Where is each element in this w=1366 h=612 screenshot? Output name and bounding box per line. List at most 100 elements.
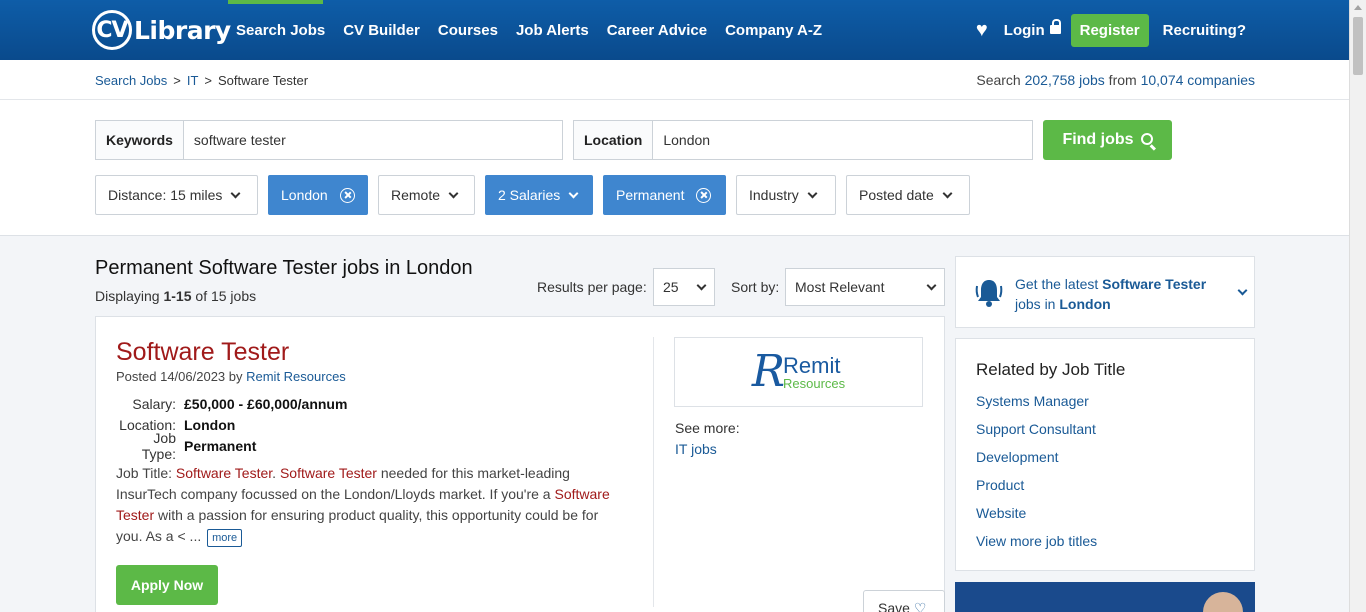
total-jobs-link[interactable]: 202,758 jobs xyxy=(1025,72,1105,88)
job-posted-info: Posted 14/06/2023 by Remit Resources xyxy=(116,369,346,384)
desc-text: . xyxy=(272,465,280,481)
results-count: Displaying 1-15 of 15 jobs xyxy=(95,288,256,304)
location-filter-chip[interactable]: London xyxy=(268,175,368,215)
related-link-product[interactable]: Product xyxy=(976,474,1097,502)
related-link-support-consultant[interactable]: Support Consultant xyxy=(976,418,1097,446)
logo-wordmark: Library xyxy=(134,15,231,45)
remit-resources-logo: R Remit Resources xyxy=(752,350,845,394)
job-type-value: Permanent xyxy=(184,437,257,454)
breadcrumb-current: Software Tester xyxy=(218,73,309,88)
sort-by-value: Most Relevant xyxy=(795,279,885,295)
related-link-development[interactable]: Development xyxy=(976,446,1097,474)
save-label: Save xyxy=(878,600,910,612)
bell-icon xyxy=(975,280,1003,307)
chevron-down-icon xyxy=(942,188,953,198)
salary-filter-label: 2 Salaries xyxy=(498,187,561,203)
results-heading: Permanent Software Tester jobs in London xyxy=(95,257,473,279)
apply-now-button[interactable]: Apply Now xyxy=(116,565,218,605)
salary-filter[interactable]: 2 Salaries xyxy=(485,175,593,215)
sort-by-select[interactable]: Most Relevant xyxy=(785,268,945,306)
register-button[interactable]: Register xyxy=(1070,13,1149,47)
nav-search-jobs[interactable]: Search Jobs xyxy=(236,22,325,39)
scrollbar-thumb[interactable] xyxy=(1353,17,1363,75)
nav-job-alerts[interactable]: Job Alerts xyxy=(516,22,589,39)
it-jobs-link[interactable]: IT jobs xyxy=(675,441,717,457)
company-logo[interactable]: R Remit Resources xyxy=(674,337,923,407)
salary-value: £50,000 - £60,000/annum xyxy=(184,395,348,412)
location-field[interactable]: Location London xyxy=(573,120,1033,160)
results-per-page-select[interactable]: 25 xyxy=(653,268,715,306)
results-per-page-value: 25 xyxy=(663,279,679,295)
posted-date-filter-label: Posted date xyxy=(859,187,934,203)
save-job-button[interactable]: Save ♡ xyxy=(863,590,945,612)
cv-library-logo[interactable]: CV Library xyxy=(92,10,231,50)
related-link-systems-manager[interactable]: Systems Manager xyxy=(976,390,1097,418)
chevron-down-icon xyxy=(568,188,579,198)
job-type-filter-chip[interactable]: Permanent xyxy=(603,175,726,215)
chevron-down-icon xyxy=(696,280,707,290)
breadcrumb-search-jobs[interactable]: Search Jobs xyxy=(95,73,167,88)
job-card: Software Tester Posted 14/06/2023 by Rem… xyxy=(95,316,945,612)
alert-location: London xyxy=(1059,296,1111,312)
breadcrumb-separator: > xyxy=(173,73,181,88)
search-panel: Keywords software tester Location London… xyxy=(0,100,1349,236)
remote-filter[interactable]: Remote xyxy=(378,175,475,215)
sort-by-label: Sort by: xyxy=(731,279,780,295)
job-title-link[interactable]: Software Tester xyxy=(116,338,289,367)
find-jobs-button[interactable]: Find jobs xyxy=(1043,120,1172,160)
company-link[interactable]: Remit Resources xyxy=(246,369,346,384)
top-navigation-bar: CV Library Search Jobs CV Builder Course… xyxy=(0,0,1366,60)
desc-text: Job Title: xyxy=(116,465,176,481)
salary-label: Salary: xyxy=(132,395,176,412)
lock-icon xyxy=(1049,18,1061,34)
related-job-titles-box: Related by Job Title Systems Manager Sup… xyxy=(955,338,1255,571)
industry-filter-label: Industry xyxy=(749,187,799,203)
heart-outline-icon: ♡ xyxy=(913,600,927,612)
recruiting-link[interactable]: Recruiting? xyxy=(1163,22,1246,39)
view-more-job-titles-link[interactable]: View more job titles xyxy=(976,530,1097,558)
keywords-label: Keywords xyxy=(96,121,184,159)
location-label: Location xyxy=(574,121,654,159)
results-per-page-label: Results per page: xyxy=(537,279,647,295)
total-companies-link[interactable]: 10,074 companies xyxy=(1141,72,1255,88)
job-alert-box[interactable]: Get the latest Software Tester jobs in L… xyxy=(955,256,1255,328)
keywords-input[interactable]: software tester xyxy=(184,132,296,148)
nav-company-a-z[interactable]: Company A-Z xyxy=(725,22,822,39)
remove-circle-icon[interactable] xyxy=(339,187,355,203)
breadcrumb-bar: Search Jobs > IT > Software Tester Search 20… xyxy=(0,60,1349,100)
location-input[interactable]: London xyxy=(653,132,720,148)
more-button[interactable]: more xyxy=(207,529,243,547)
site-job-count: Search 202,758 jobs from 10,074 companie… xyxy=(976,72,1255,88)
job-type-chip-label: Permanent xyxy=(616,187,685,203)
chevron-down-icon xyxy=(1237,285,1248,296)
breadcrumb-it[interactable]: IT xyxy=(187,73,199,88)
desc-highlight: Software Tester xyxy=(279,465,377,481)
industry-filter[interactable]: Industry xyxy=(736,175,836,215)
keywords-field[interactable]: Keywords software tester xyxy=(95,120,563,160)
desc-text: with a passion for ensuring product qual… xyxy=(116,507,599,544)
remove-circle-icon[interactable] xyxy=(696,187,712,203)
nav-cv-builder[interactable]: CV Builder xyxy=(343,22,420,39)
see-more-label: See more: xyxy=(675,420,740,436)
account-nav: ♥ Login Register Recruiting? xyxy=(976,0,1246,60)
nav-career-advice[interactable]: Career Advice xyxy=(607,22,707,39)
posted-date-filter[interactable]: Posted date xyxy=(846,175,970,215)
login-link[interactable]: Login xyxy=(1004,18,1061,39)
results-count-suffix: of 15 jobs xyxy=(191,288,257,304)
nav-courses[interactable]: Courses xyxy=(438,22,498,39)
breadcrumb-separator: > xyxy=(204,73,213,88)
related-list: Systems Manager Support Consultant Devel… xyxy=(976,390,1097,558)
advert-banner[interactable] xyxy=(955,582,1255,612)
banner-person-image xyxy=(1203,592,1243,612)
job-count-middle: from xyxy=(1104,72,1141,88)
breadcrumb: Search Jobs > IT > Software Tester xyxy=(95,73,308,88)
page-scrollbar[interactable] xyxy=(1349,0,1366,612)
find-jobs-label: Find jobs xyxy=(1062,131,1134,148)
distance-filter[interactable]: Distance: 15 miles xyxy=(95,175,258,215)
chevron-down-icon xyxy=(926,280,937,290)
saved-jobs-heart-icon[interactable]: ♥ xyxy=(976,19,988,42)
scroll-up-arrow-icon[interactable] xyxy=(1354,5,1362,10)
related-link-website[interactable]: Website xyxy=(976,502,1097,530)
related-title: Related by Job Title xyxy=(976,360,1126,379)
remit-r-mark-icon: R xyxy=(751,346,785,397)
